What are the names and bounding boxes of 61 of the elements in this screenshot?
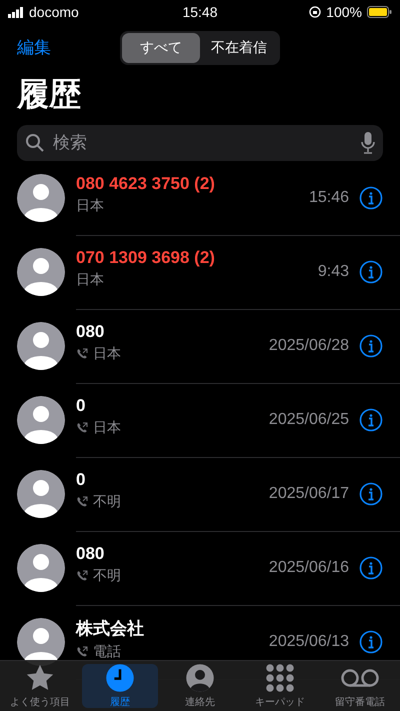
caller-name: 080: [76, 544, 106, 564]
caller-name: 0: [76, 396, 86, 416]
keypad-icon: [265, 663, 295, 693]
tab-item[interactable]: キーパッド: [242, 664, 318, 708]
call-label: 日本: [76, 271, 104, 289]
call-label: 電話: [93, 642, 121, 660]
avatar-icon: [17, 470, 65, 518]
call-time: 2025/06/17: [268, 484, 349, 502]
outgoing-call-icon: [76, 348, 88, 360]
caller-name: 080 4623 3750 (2): [76, 174, 216, 194]
caller-name: 070 1309 3698 (2): [76, 248, 216, 268]
edit-button[interactable]: 編集: [17, 36, 51, 58]
caller-name: 株式会社: [76, 618, 145, 640]
call-label: 日本: [93, 345, 121, 363]
call-time: 2025/06/13: [268, 632, 349, 650]
tab-item[interactable]: 履歴: [82, 664, 158, 708]
signal-icon: [8, 6, 24, 18]
rotation-lock-icon: [309, 6, 322, 18]
tab-item[interactable]: 連絡先: [162, 664, 238, 708]
search-field[interactable]: 検索: [51, 132, 355, 154]
avatar-icon: [17, 544, 65, 592]
call-time: 9:43: [318, 262, 349, 280]
caller-name: 0: [76, 470, 86, 490]
search-bar[interactable]: 検索: [17, 125, 383, 161]
segment-tab[interactable]: すべて: [122, 33, 200, 63]
caller-name: 080: [76, 322, 106, 342]
call-time: 2025/06/16: [268, 558, 349, 576]
person-icon: [185, 663, 215, 693]
info-button[interactable]: [359, 556, 383, 580]
carrier-name: docomo: [29, 4, 79, 20]
tab-item[interactable]: よく使う項目: [2, 664, 78, 708]
info-button[interactable]: [359, 334, 383, 358]
outgoing-call-icon: [76, 422, 88, 434]
call-time: 2025/06/28: [268, 336, 349, 354]
clock-icon: [105, 663, 135, 693]
call-time: 2025/06/25: [268, 410, 349, 428]
call-label: 不明: [93, 493, 121, 511]
search-icon: [25, 133, 45, 153]
call-label: 日本: [76, 197, 104, 215]
outgoing-call-icon: [76, 496, 88, 508]
call-label: 日本: [93, 419, 121, 437]
info-button[interactable]: [359, 408, 383, 432]
avatar-icon: [17, 174, 65, 222]
segment-tab[interactable]: 不在着信: [200, 33, 278, 63]
avatar-icon: [17, 396, 65, 444]
clock-time: 15:48: [182, 4, 218, 20]
tab-item[interactable]: 留守番電話: [322, 664, 398, 708]
page-title: 履歴: [17, 75, 82, 114]
battery-icon: [366, 6, 392, 18]
call-label: 不明: [93, 567, 121, 585]
outgoing-call-icon: [76, 570, 88, 582]
avatar-icon: [17, 248, 65, 296]
info-button[interactable]: [359, 186, 383, 210]
call-time: 15:46: [308, 188, 349, 206]
info-button[interactable]: [359, 482, 383, 506]
battery-percent: 100%: [326, 4, 362, 20]
info-button[interactable]: [359, 260, 383, 284]
microphone-icon[interactable]: [361, 132, 375, 154]
outgoing-call-icon: [76, 646, 88, 658]
info-button[interactable]: [359, 630, 383, 654]
avatar-icon: [17, 322, 65, 370]
